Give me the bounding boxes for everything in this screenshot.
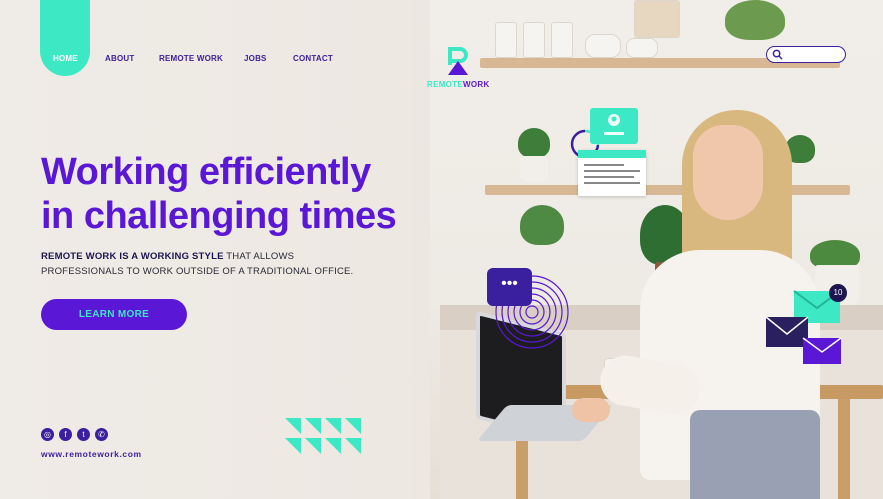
- hero-description-bold: REMOTE WORK IS A WORKING STYLE: [41, 251, 224, 262]
- website-link[interactable]: www.remotework.com: [41, 449, 142, 459]
- shelf-board: [634, 0, 680, 38]
- plant: [520, 205, 564, 245]
- landing-page: HOME ABOUT REMOTE WORK JOBS CONTACT REMO…: [0, 0, 883, 499]
- twitter-icon[interactable]: t: [77, 428, 90, 441]
- learn-more-button[interactable]: LEARN MORE: [41, 299, 187, 330]
- hero-description: REMOTE WORK IS A WORKING STYLE THAT ALLO…: [41, 249, 381, 279]
- woman-face: [693, 125, 763, 220]
- shelf-frame: [495, 22, 517, 58]
- hanging-plant: [725, 0, 785, 40]
- shelf-pot: [585, 34, 621, 58]
- search-box[interactable]: [766, 46, 846, 63]
- search-icon[interactable]: [772, 49, 783, 60]
- hero-headline: Working efficiently in challenging times: [41, 150, 461, 238]
- search-input[interactable]: [787, 48, 843, 62]
- hero-headline-line1: Working efficiently: [41, 151, 371, 193]
- hero-description-rest: THAT ALLOWS: [223, 251, 295, 262]
- logo-wordmark-part1: REMOTE: [427, 80, 464, 89]
- triangle-pattern: [285, 418, 361, 454]
- facebook-icon[interactable]: f: [59, 428, 72, 441]
- hero-headline-line2: in challenging times: [41, 195, 397, 237]
- logo-icon[interactable]: [446, 45, 470, 77]
- plant: [518, 128, 550, 158]
- nav-home[interactable]: HOME: [53, 54, 78, 63]
- profile-card: [590, 108, 638, 144]
- user-icon: [604, 114, 624, 135]
- whatsapp-icon[interactable]: ✆: [95, 428, 108, 441]
- nav-jobs[interactable]: JOBS: [244, 54, 267, 63]
- active-tab-indicator: [40, 0, 90, 76]
- nav-about[interactable]: ABOUT: [105, 54, 134, 63]
- lower-shelf: [485, 185, 850, 195]
- mail-icon: [802, 337, 842, 364]
- table-leg: [838, 399, 850, 499]
- nav-contact[interactable]: CONTACT: [293, 54, 333, 63]
- document-card: [578, 150, 646, 196]
- shelf-frame: [523, 22, 545, 58]
- document-icon: [578, 150, 646, 184]
- chat-bubble-icon: •••: [487, 268, 532, 306]
- woman-apron: [690, 410, 820, 499]
- woman-hand: [572, 398, 610, 422]
- nav-remote-work[interactable]: REMOTE WORK: [159, 54, 223, 63]
- shelf-bowl: [626, 38, 658, 58]
- shelf-frame: [551, 22, 573, 58]
- logo-wordmark-part2: WORK: [463, 80, 490, 89]
- logo-wordmark[interactable]: REMOTEWORK: [427, 80, 490, 89]
- instagram-icon[interactable]: ◎: [41, 428, 54, 441]
- plant-pot: [520, 156, 548, 182]
- notification-badge: 10: [829, 284, 847, 302]
- hero-description-line2: PROFESSIONALS TO WORK OUTSIDE OF A TRADI…: [41, 266, 354, 277]
